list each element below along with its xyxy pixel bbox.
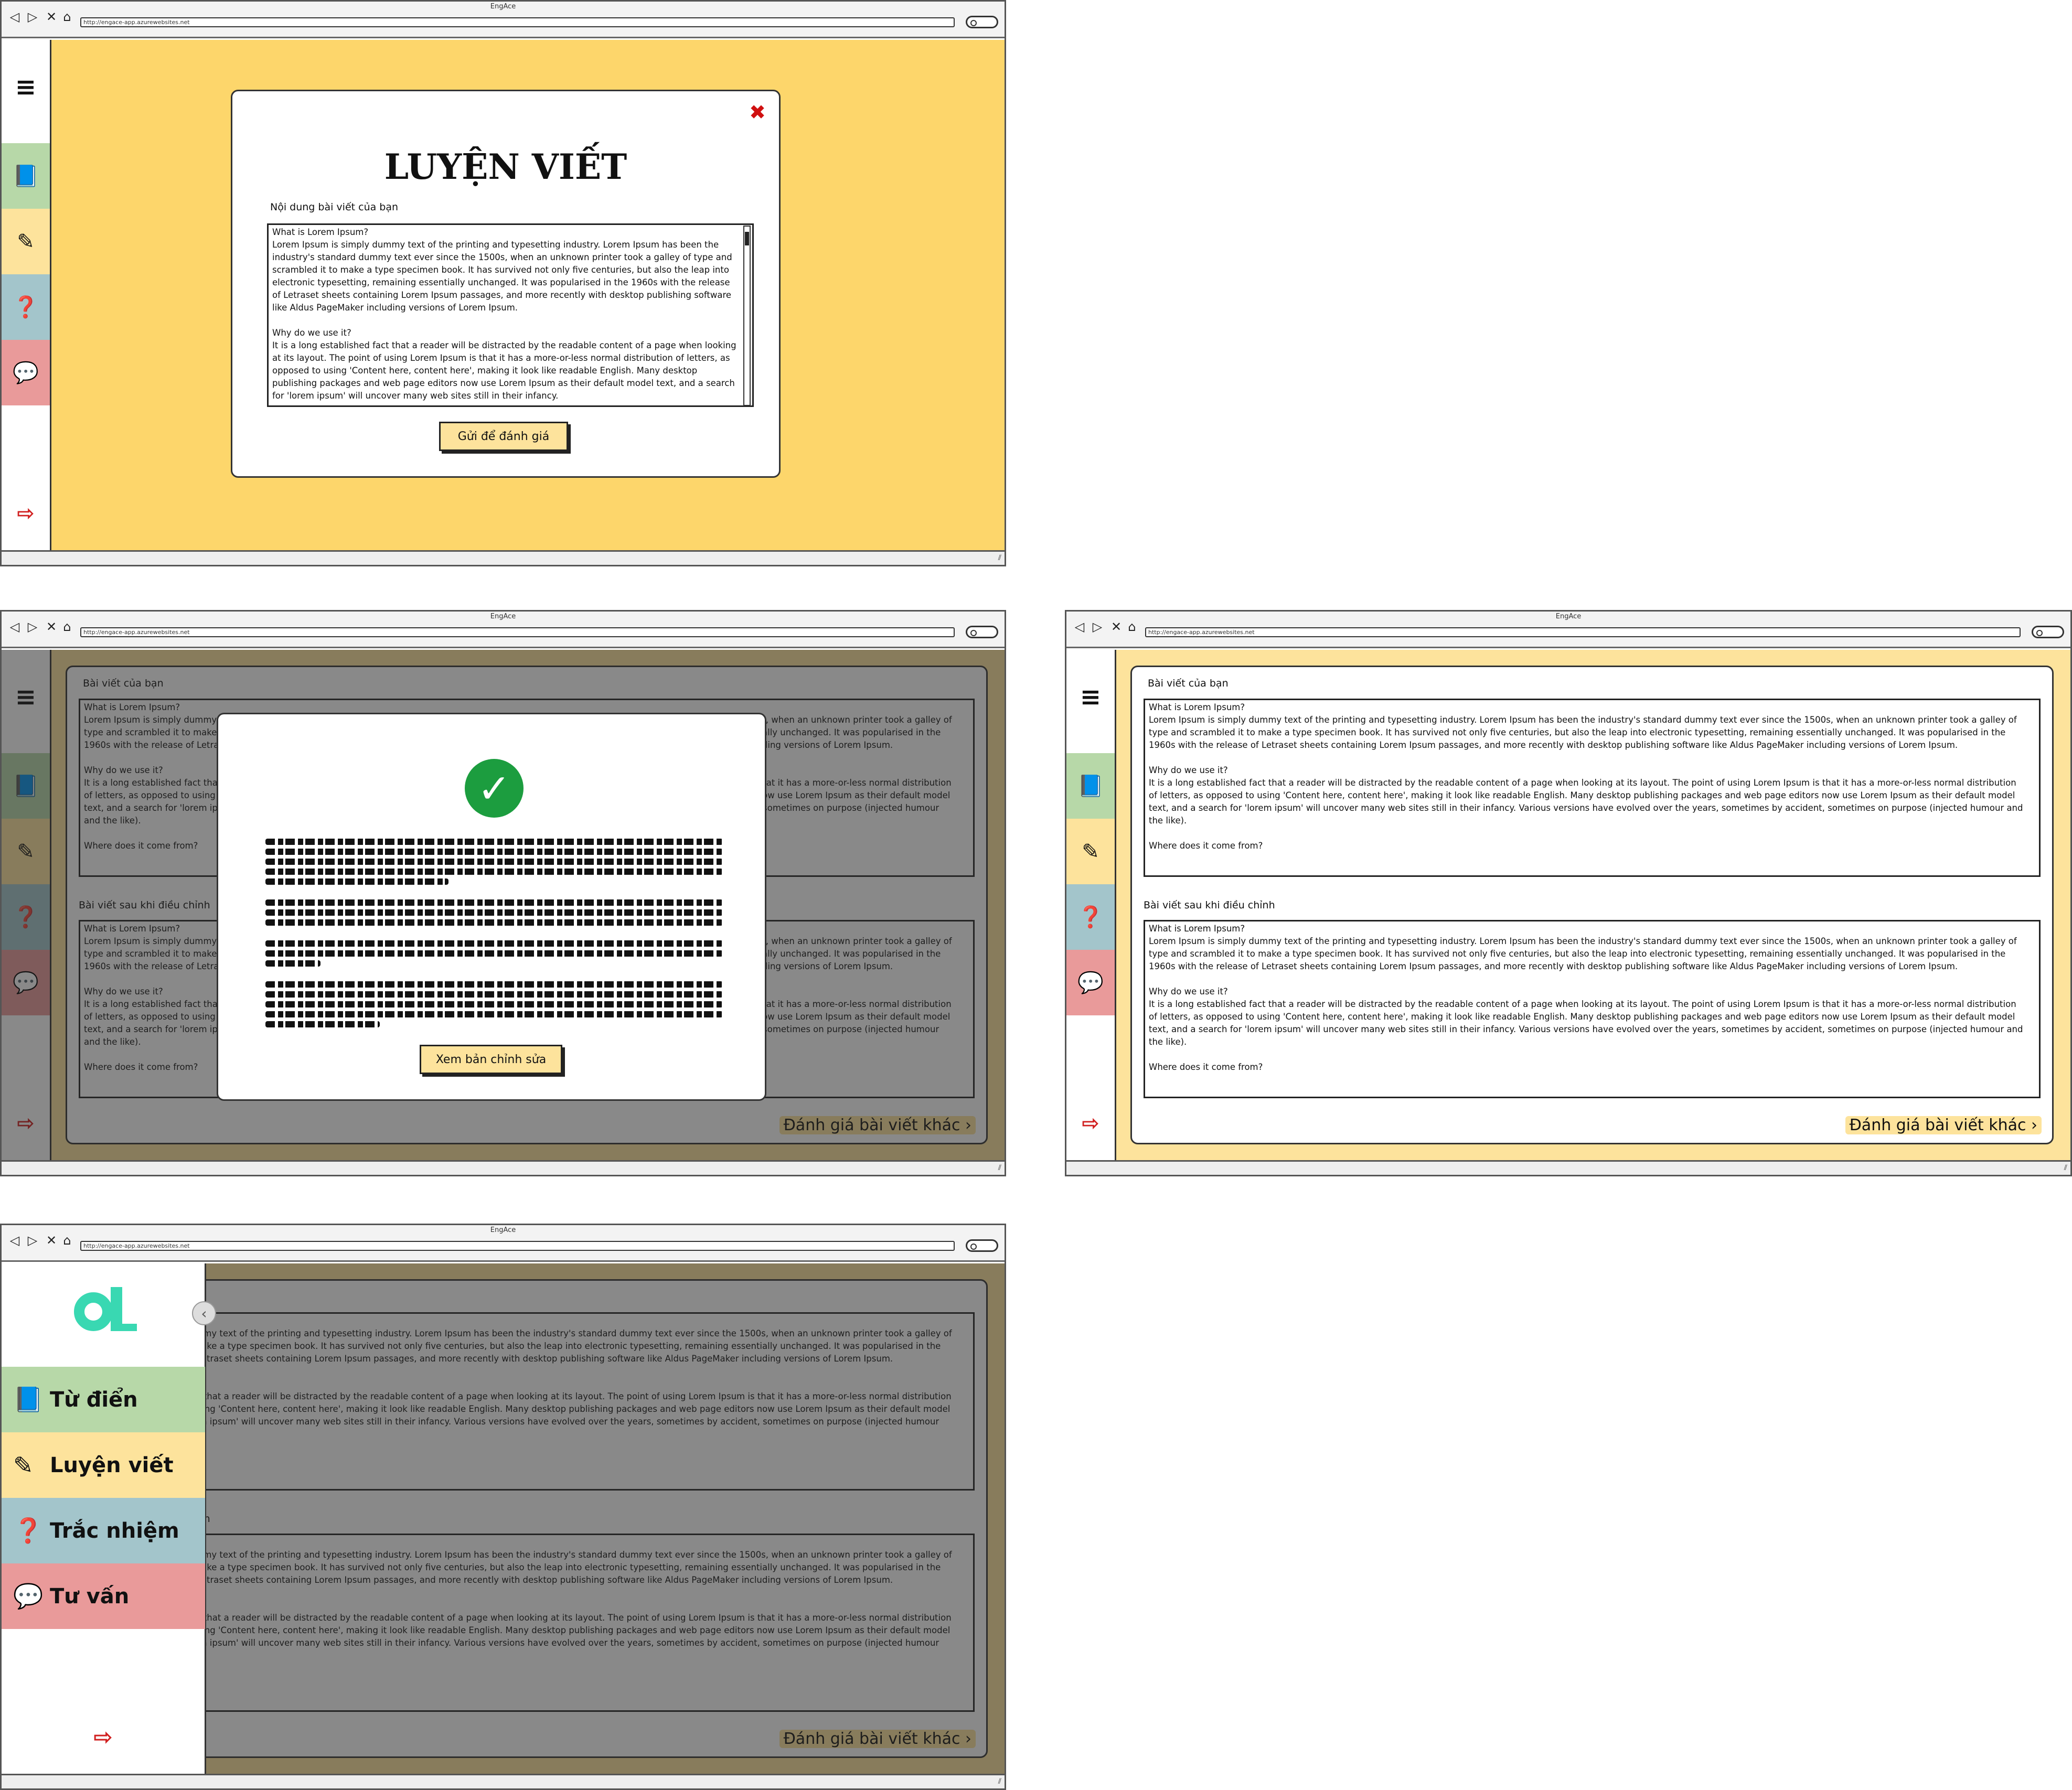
home-icon[interactable]: ⌂ [60, 10, 74, 24]
essay-textarea[interactable]: What is Lorem Ipsum? Lorem Ipsum is simp… [267, 223, 754, 407]
question-icon[interactable]: ❓ [1066, 884, 1115, 950]
browser-window-result: EngAce ◁ ▷ ✕ ⌂ http://engace-app.azurewe… [1065, 610, 2072, 1176]
sidebar-item-label: Từ điển [50, 1387, 138, 1412]
question-icon: ❓ [13, 1516, 44, 1545]
browser-chrome: EngAce ◁ ▷ ✕ ⌂ http://engace-app.azurewe… [2, 612, 1005, 648]
sidebar-item-label: Trắc nhiệm [50, 1518, 179, 1543]
chat-icon[interactable]: 💬 [1066, 950, 1115, 1015]
sidebar-item-label: Luyện viết [50, 1453, 174, 1477]
browser-title: EngAce [490, 1226, 516, 1234]
resize-grip-icon[interactable]: ⫽ [2064, 1164, 2067, 1172]
pencil-icon[interactable]: ✎ [2, 209, 50, 274]
browser-title: EngAce [490, 613, 516, 620]
sidebar-item-writing[interactable]: ✎ Luyện viết [2, 1432, 205, 1498]
back-icon[interactable]: ◁ [8, 1234, 22, 1247]
status-bar: ⫽ [2, 550, 1005, 565]
browser-window-drawer: EngAce ◁ ▷ ✕ ⌂ http://engace-app.azurewe… [0, 1224, 1006, 1790]
page-title: LUYỆN VIẾT [384, 146, 627, 187]
resize-grip-icon[interactable]: ⫽ [998, 1164, 1001, 1172]
evaluate-other-link[interactable]: Đánh giá bài viết khác › [1845, 1116, 2042, 1134]
browser-chrome: EngAce ◁ ▷ ✕ ⌂ http://engace-app.azurewe… [2, 2, 1005, 38]
collapse-drawer-button[interactable]: ‹ [192, 1301, 216, 1325]
write-modal: ✖ LUYỆN VIẾT Nội dung bài viết của bạn W… [231, 90, 781, 478]
forward-icon[interactable]: ▷ [26, 1234, 39, 1247]
sidebar-item-label: Tư vấn [50, 1584, 130, 1609]
pencil-icon[interactable]: ✎ [1066, 819, 1115, 884]
home-icon[interactable]: ⌂ [60, 1234, 74, 1247]
sign-out-icon[interactable]: ⇨ [2, 1716, 205, 1758]
sign-out-icon[interactable]: ⇨ [2, 492, 50, 534]
sidebar-item-consult[interactable]: 💬 Tư vấn [2, 1563, 205, 1629]
resize-grip-icon[interactable]: ⫽ [998, 554, 1001, 562]
check-circle-icon: ✓ [465, 759, 524, 818]
forward-icon[interactable]: ▷ [26, 620, 39, 634]
status-bar: ⫽ [2, 1774, 1005, 1788]
sidebar-item-dictionary[interactable]: 📘 Từ điển [2, 1367, 205, 1432]
browser-chrome: EngAce ◁ ▷ ✕ ⌂ http://engace-app.azurewe… [1066, 612, 2070, 648]
browser-title: EngAce [1555, 613, 1582, 620]
stop-icon[interactable]: ✕ [45, 620, 58, 634]
stop-icon[interactable]: ✕ [1109, 620, 1123, 634]
stop-icon[interactable]: ✕ [45, 10, 58, 24]
address-bar[interactable]: http://engace-app.azurewebsites.net [80, 17, 955, 27]
status-bar: ⫽ [1066, 1160, 2070, 1175]
browser-chrome: EngAce ◁ ▷ ✕ ⌂ http://engace-app.azurewe… [2, 1225, 1005, 1262]
back-icon[interactable]: ◁ [8, 10, 22, 24]
search-icon[interactable] [2032, 626, 2064, 638]
page-content: ≡ 📘 ✎ ❓ 💬 ⇨ ✖ LUYỆN VIẾT Nội dung bài vi… [2, 40, 1005, 550]
chat-icon[interactable]: 💬 [2, 340, 50, 405]
close-icon[interactable]: ✖ [749, 101, 766, 124]
hamburger-menu-icon[interactable]: ≡ [1066, 650, 1115, 744]
revised-essay-label: Bài viết sau khi điều chỉnh [1144, 899, 1275, 911]
home-icon[interactable]: ⌂ [1125, 620, 1139, 634]
search-icon[interactable] [966, 1239, 998, 1252]
result-panel: Bài viết của bạn What is Lorem Ipsum? Lo… [1130, 666, 2054, 1144]
status-bar: ⫽ [2, 1160, 1005, 1175]
resize-grip-icon[interactable]: ⫽ [998, 1777, 1001, 1786]
book-icon[interactable]: 📘 [2, 143, 50, 209]
icon-sidebar: ≡ 📘 ✎ ❓ 💬 ⇨ [2, 40, 51, 550]
search-icon[interactable] [966, 16, 998, 28]
sign-out-icon[interactable]: ⇨ [1066, 1102, 1115, 1144]
page-content: ≡ 📘 ✎ ❓ 💬 ⇨ Bài viết của bạn What is Lor… [1066, 650, 2070, 1160]
question-icon[interactable]: ❓ [2, 274, 50, 340]
address-bar[interactable]: http://engace-app.azurewebsites.net [80, 627, 955, 637]
revised-essay-box[interactable]: What is Lorem Ipsum? Lorem Ipsum is simp… [1144, 920, 2041, 1098]
browser-title: EngAce [490, 3, 516, 10]
feedback-text [265, 835, 723, 1031]
search-icon[interactable] [966, 626, 998, 638]
hamburger-menu-icon[interactable]: ≡ [2, 40, 50, 134]
submit-button[interactable]: Gửi để đánh giá [439, 422, 568, 451]
stop-icon[interactable]: ✕ [45, 1234, 58, 1247]
page-content: Bài viết của bạn What is Lorem Ipsum? Lo… [2, 1263, 1005, 1774]
your-essay-label: Bài viết của bạn [1148, 678, 1229, 689]
book-icon: 📘 [13, 1385, 44, 1413]
home-icon[interactable]: ⌂ [60, 620, 74, 634]
book-icon[interactable]: 📘 [1066, 753, 1115, 819]
address-bar[interactable]: http://engace-app.azurewebsites.net [80, 1241, 955, 1251]
al-logo [74, 1287, 137, 1339]
pencil-icon: ✎ [13, 1451, 34, 1480]
icon-sidebar: ≡ 📘 ✎ ❓ 💬 ⇨ [1066, 650, 1116, 1160]
scrollbar[interactable] [743, 226, 751, 406]
browser-window-success: EngAce ◁ ▷ ✕ ⌂ http://engace-app.azurewe… [0, 610, 1006, 1176]
page-content: ≡ 📘 ✎ ❓ 💬 ⇨ Bài viết của bạn What is Lor… [2, 650, 1005, 1160]
forward-icon[interactable]: ▷ [1091, 620, 1104, 634]
nav-drawer: ‹ 📘 Từ điển ✎ Luyện viết ❓ Trắc nhiệm 💬 … [2, 1263, 216, 1774]
view-revision-button[interactable]: Xem bản chỉnh sửa [420, 1045, 562, 1074]
chat-icon: 💬 [13, 1582, 44, 1610]
sidebar-item-quiz[interactable]: ❓ Trắc nhiệm [2, 1498, 205, 1563]
content-label: Nội dung bài viết của bạn [270, 201, 399, 213]
back-icon[interactable]: ◁ [1073, 620, 1086, 634]
success-modal: ✓ Xem bản chỉnh sửa [217, 713, 766, 1101]
back-icon[interactable]: ◁ [8, 620, 22, 634]
address-bar[interactable]: http://engace-app.azurewebsites.net [1145, 627, 2021, 637]
your-essay-box[interactable]: What is Lorem Ipsum? Lorem Ipsum is simp… [1144, 699, 2041, 877]
browser-window-submit: EngAce ◁ ▷ ✕ ⌂ http://engace-app.azurewe… [0, 0, 1006, 566]
forward-icon[interactable]: ▷ [26, 10, 39, 24]
